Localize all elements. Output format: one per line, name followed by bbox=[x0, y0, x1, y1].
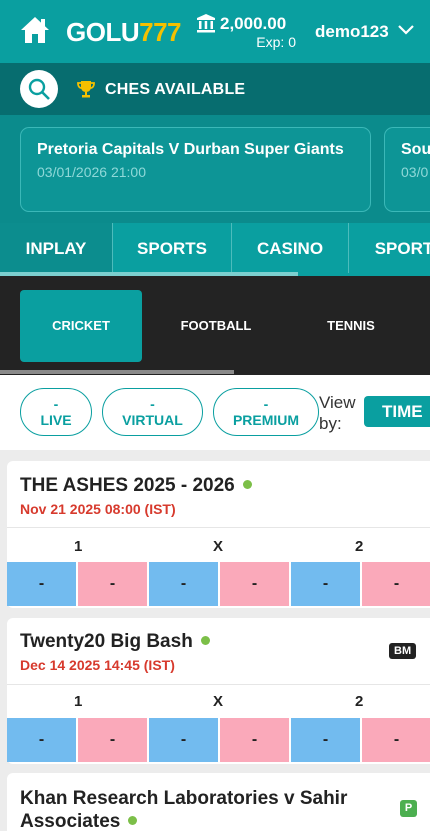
featured-match-title: Sou bbox=[401, 141, 430, 158]
odds-back-button[interactable]: - bbox=[149, 562, 218, 606]
column-header-home: 1 bbox=[74, 693, 83, 710]
sport-tab-tennis[interactable]: TENNIS bbox=[290, 290, 412, 362]
bank-icon bbox=[197, 14, 215, 33]
odds-back-button[interactable]: - bbox=[7, 562, 76, 606]
column-header-away: 2 bbox=[355, 693, 364, 710]
sport-tabs: CRICKET FOOTBALL TENNIS bbox=[0, 276, 430, 375]
filter-count: - bbox=[53, 396, 59, 412]
match-title: Twenty20 Big Bash bbox=[20, 631, 210, 653]
view-by-label: View by: bbox=[319, 393, 356, 433]
match-title-line: Associates bbox=[20, 811, 121, 831]
filter-count: - bbox=[263, 396, 269, 412]
divider bbox=[7, 527, 430, 528]
match-date: Dec 14 2025 14:45 (IST) bbox=[20, 657, 175, 673]
premium-badge: P bbox=[400, 800, 417, 817]
filter-label: VIRTUAL bbox=[122, 412, 183, 428]
logo-accent-text: 777 bbox=[139, 17, 181, 47]
sport-tabs-scrollbar[interactable] bbox=[0, 370, 234, 374]
column-header-home: 1 bbox=[74, 538, 83, 555]
featured-match-datetime: 03/0 bbox=[401, 164, 429, 180]
exposure-amount: Exp: 0 bbox=[256, 34, 296, 50]
live-indicator bbox=[128, 816, 138, 825]
odds-lay-button[interactable]: - bbox=[362, 562, 430, 606]
odds-back-button[interactable]: - bbox=[291, 718, 360, 762]
odds-back-button[interactable]: - bbox=[149, 718, 218, 762]
column-header-away: 2 bbox=[355, 538, 364, 555]
chevron-down-icon[interactable] bbox=[398, 24, 414, 36]
tab-sports[interactable]: SPORTS bbox=[113, 223, 232, 273]
live-indicator bbox=[242, 480, 252, 489]
tab-inplay[interactable]: INPLAY bbox=[0, 223, 113, 273]
odds-back-button[interactable]: - bbox=[7, 718, 76, 762]
divider bbox=[7, 684, 430, 685]
filter-live-button[interactable]: - LIVE bbox=[20, 388, 92, 436]
search-icon bbox=[28, 78, 50, 100]
filter-row: - LIVE - VIRTUAL - PREMIUM View by: TIME bbox=[0, 375, 430, 450]
user-menu-name[interactable]: demo123 bbox=[315, 22, 389, 42]
filter-virtual-button[interactable]: - VIRTUAL bbox=[102, 388, 203, 436]
featured-match-card[interactable]: Sou 03/0 bbox=[384, 127, 430, 212]
featured-matches: Pretoria Capitals V Durban Super Giants … bbox=[0, 115, 430, 223]
match-title: Khan Research Laboratories v Sahir Assoc… bbox=[20, 787, 347, 831]
match-card[interactable]: Twenty20 Big Bash BM Dec 14 2025 14:45 (… bbox=[7, 618, 430, 764]
search-bar: CHES AVAILABLE bbox=[0, 63, 430, 115]
odds-lay-button[interactable]: - bbox=[362, 718, 430, 762]
odds-lay-button[interactable]: - bbox=[78, 562, 147, 606]
match-title: THE ASHES 2025 - 2026 bbox=[20, 475, 252, 497]
featured-match-title: Pretoria Capitals V Durban Super Giants bbox=[37, 141, 344, 158]
match-card[interactable]: THE ASHES 2025 - 2026 Nov 21 2025 08:00 … bbox=[7, 461, 430, 608]
bookmaker-badge: BM bbox=[389, 643, 417, 659]
filter-count: - bbox=[150, 396, 155, 412]
sport-tab-football[interactable]: FOOTBALL bbox=[155, 290, 277, 362]
main-tabs: INPLAY SPORTS CASINO SPORT bbox=[0, 223, 430, 276]
tab-sportsbook[interactable]: SPORT bbox=[349, 223, 430, 273]
match-title-text: Twenty20 Big Bash bbox=[20, 631, 193, 652]
odds-back-button[interactable]: - bbox=[291, 562, 360, 606]
sport-tab-cricket[interactable]: CRICKET bbox=[20, 290, 142, 362]
view-by-time-button[interactable]: TIME bbox=[364, 396, 430, 427]
home-icon[interactable] bbox=[20, 15, 50, 45]
odds-lay-button[interactable]: - bbox=[78, 718, 147, 762]
match-date: Nov 21 2025 08:00 (IST) bbox=[20, 501, 176, 517]
match-card[interactable]: Khan Research Laboratories v Sahir Assoc… bbox=[7, 773, 430, 831]
balance-amount: 2,000.00 bbox=[220, 14, 287, 33]
odds-lay-button[interactable]: - bbox=[220, 562, 289, 606]
column-header-draw: X bbox=[213, 693, 224, 710]
match-title-line: Khan Research Laboratories v Sahir bbox=[20, 788, 348, 809]
site-logo[interactable]: GOLU777 bbox=[66, 17, 181, 48]
logo-text: GOLU bbox=[66, 17, 140, 47]
live-indicator bbox=[200, 636, 210, 645]
matches-available-text: CHES AVAILABLE bbox=[105, 81, 246, 98]
filter-label: LIVE bbox=[40, 412, 72, 428]
filter-premium-button[interactable]: - PREMIUM bbox=[213, 388, 319, 436]
filter-label: PREMIUM bbox=[232, 412, 300, 428]
column-header-draw: X bbox=[213, 538, 224, 555]
odds-lay-button[interactable]: - bbox=[220, 718, 289, 762]
tab-casino[interactable]: CASINO bbox=[232, 223, 349, 273]
trophy-icon bbox=[77, 81, 95, 98]
top-header: GOLU777 2,000.00 Exp: 0 demo123 bbox=[0, 0, 430, 63]
featured-match-card[interactable]: Pretoria Capitals V Durban Super Giants … bbox=[20, 127, 371, 212]
search-button[interactable] bbox=[20, 70, 58, 108]
featured-match-datetime: 03/01/2026 21:00 bbox=[37, 164, 146, 180]
match-title-text: THE ASHES 2025 - 2026 bbox=[20, 475, 235, 496]
